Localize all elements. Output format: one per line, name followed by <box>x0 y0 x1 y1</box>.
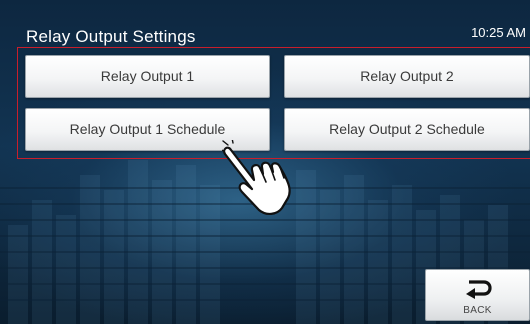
back-button[interactable]: BACK <box>425 269 530 321</box>
screen: Relay Output Settings 10:25 AM Relay Out… <box>0 0 530 324</box>
relay-output-1-button[interactable]: Relay Output 1 <box>25 55 270 98</box>
hand-pointer-icon <box>222 140 291 215</box>
relay-output-2-button[interactable]: Relay Output 2 <box>284 55 530 98</box>
return-arrow-icon <box>466 280 492 299</box>
back-label: BACK <box>463 305 492 316</box>
page-title: Relay Output Settings <box>26 27 196 46</box>
relay-output-2-schedule-button[interactable]: Relay Output 2 Schedule <box>284 108 530 151</box>
clock-time: 10:25 AM <box>471 25 526 40</box>
